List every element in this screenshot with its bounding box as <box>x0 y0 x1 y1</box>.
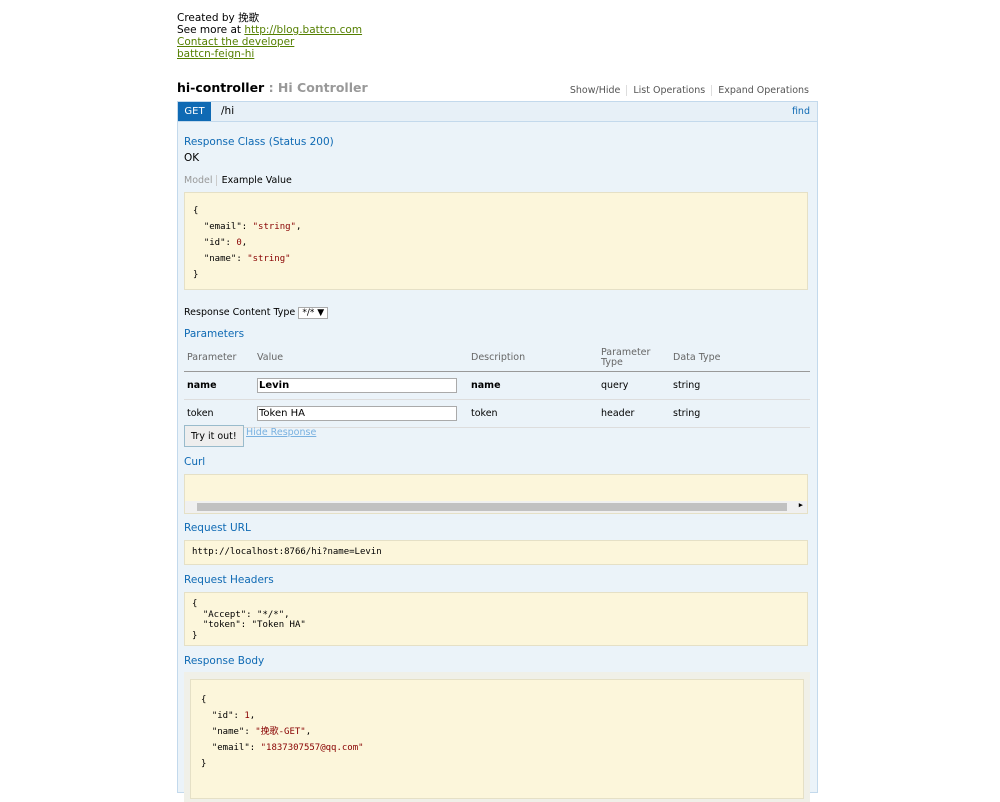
col-description: Description <box>468 345 598 372</box>
request-headers-title: Request Headers <box>184 574 274 586</box>
json-value: "string" <box>247 254 291 264</box>
param-data-type: string <box>670 399 810 428</box>
controller-title[interactable]: hi-controller : Hi Controller <box>177 80 368 95</box>
curl-title: Curl <box>184 456 206 468</box>
http-method-badge[interactable]: GET <box>178 102 211 121</box>
col-value: Value <box>254 345 468 372</box>
controller-desc: Hi Controller <box>277 80 368 95</box>
contact-link[interactable]: Contact the developer <box>177 36 362 48</box>
request-url-block: http://localhost:8766/hi?name=Levin <box>184 540 808 565</box>
json-value: "string" <box>252 222 296 232</box>
json-key: "name": <box>193 254 248 264</box>
json-key: "name": <box>201 727 256 737</box>
content-type-row: Response Content Type */* ▼ <box>184 307 329 319</box>
created-by: Created by 挽歌 <box>177 12 260 24</box>
json-comma: , <box>241 238 248 248</box>
response-status: OK <box>184 152 200 164</box>
expand-operations-link[interactable]: Expand Operations <box>712 85 809 96</box>
name-input[interactable] <box>257 378 457 393</box>
col-parameter-type: Parameter Type <box>598 345 670 372</box>
find-link[interactable]: find <box>792 106 810 117</box>
table-row: token token header string <box>184 399 810 428</box>
json-brace: } <box>193 270 199 280</box>
json-brace: } <box>201 759 207 769</box>
project-link[interactable]: battcn-feign-hi <box>177 48 362 60</box>
json-key: "email": <box>193 222 253 232</box>
request-url-title: Request URL <box>184 522 251 534</box>
param-name: name <box>184 371 254 400</box>
col-data-type: Data Type <box>670 345 810 372</box>
example-value-block: { "email": "string", "id": 0, "name": "s… <box>184 192 808 290</box>
json-brace: { <box>193 206 199 216</box>
json-value: "挽歌-GET" <box>255 727 306 737</box>
token-input[interactable] <box>257 406 457 421</box>
hide-response-link[interactable]: Hide Response <box>246 427 316 438</box>
content-type-value: */* <box>302 308 315 318</box>
param-type: header <box>598 399 670 428</box>
operation-panel: GET /hi find Response Class (Status 200)… <box>177 101 818 802</box>
json-value: 1 <box>244 711 250 721</box>
show-hide-link[interactable]: Show/Hide <box>564 85 628 96</box>
response-class-title: Response Class (Status 200) <box>184 136 334 148</box>
param-name: token <box>184 399 254 428</box>
separator: : <box>264 80 278 95</box>
parameters-title: Parameters <box>184 328 245 340</box>
response-body-wrapper: { "id": 1, "name": "挽歌-GET", "email": "1… <box>184 672 810 802</box>
controller-header: hi-controller : Hi Controller Show/Hide … <box>177 80 817 100</box>
controller-actions: Show/Hide List Operations Expand Operati… <box>564 85 809 96</box>
param-description: name <box>468 371 598 400</box>
see-more-label: See more at <box>177 24 245 36</box>
try-it-out-button[interactable]: Try it out! <box>184 425 244 447</box>
model-tabs: Model Example Value <box>184 175 292 186</box>
col-parameter: Parameter <box>184 345 254 372</box>
scrollbar-thumb[interactable] <box>197 503 787 511</box>
param-description: token <box>468 399 598 428</box>
json-value: "1837307557@qq.com" <box>260 743 364 753</box>
json-comma: , <box>295 222 302 232</box>
table-header: Parameter Value Description Parameter Ty… <box>184 345 810 372</box>
horizontal-scrollbar[interactable]: ▶ <box>185 501 807 513</box>
parameters-table: Parameter Value Description Parameter Ty… <box>184 345 810 428</box>
api-info: Created by 挽歌 See more at http://blog.ba… <box>177 12 362 60</box>
json-key: "email": <box>201 743 261 753</box>
list-operations-link[interactable]: List Operations <box>627 85 713 96</box>
response-body-block: { "id": 1, "name": "挽歌-GET", "email": "1… <box>190 679 804 799</box>
param-data-type: string <box>670 371 810 400</box>
content-type-label: Response Content Type <box>184 307 296 318</box>
json-key: "id": <box>193 238 237 248</box>
json-key: "id": <box>201 711 245 721</box>
operation-path[interactable]: /hi <box>221 105 234 117</box>
see-more: See more at http://blog.battcn.com <box>177 24 362 36</box>
blog-link[interactable]: http://blog.battcn.com <box>244 24 362 36</box>
operation-header[interactable]: GET /hi find <box>178 102 817 122</box>
scroll-right-icon[interactable]: ▶ <box>799 501 803 509</box>
content-type-select[interactable]: */* ▼ <box>298 307 329 319</box>
controller-name[interactable]: hi-controller <box>177 80 264 95</box>
curl-block: curl -X GET --header 'Accept: applicatio… <box>184 474 808 514</box>
example-value-tab[interactable]: Example Value <box>220 175 292 186</box>
param-type: query <box>598 371 670 400</box>
response-body-title: Response Body <box>184 655 265 667</box>
table-row: name name query string <box>184 371 810 400</box>
model-tab[interactable]: Model <box>184 175 217 186</box>
json-brace: { <box>201 695 207 705</box>
request-headers-block: { "Accept": "*/*", "token": "Token HA" } <box>184 592 808 646</box>
